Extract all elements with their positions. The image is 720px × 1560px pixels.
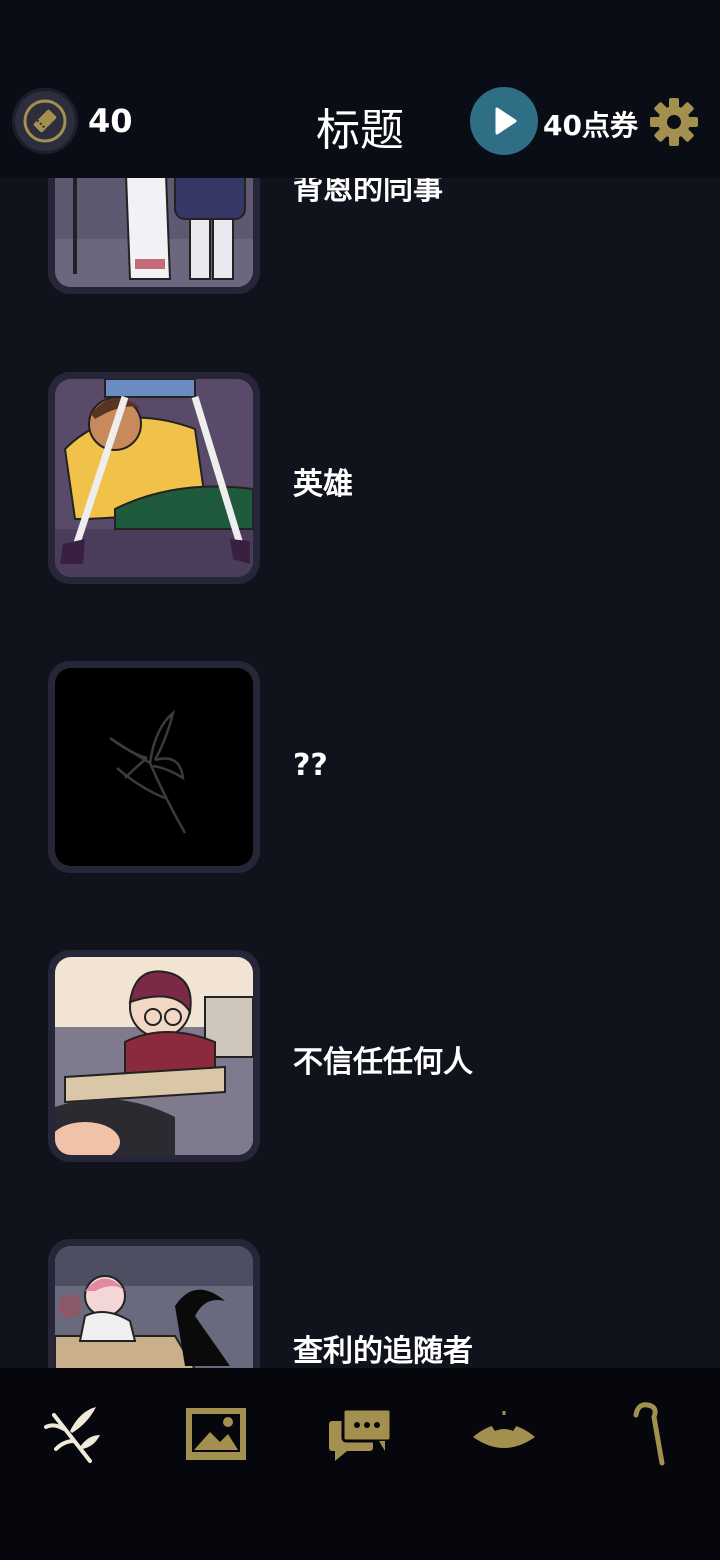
list-item[interactable]: 不信任任何人 — [0, 950, 720, 1164]
story-title: 不信任任何人 — [293, 1045, 473, 1080]
comic-thumbnail-image — [55, 957, 253, 1155]
story-list[interactable]: 背恩的同事 英雄 ?? 不信任任何人 查利的追随者 — [0, 178, 720, 1368]
chat-icon — [329, 1407, 393, 1461]
coupon-balance: 40点券 — [543, 109, 638, 142]
gear-icon — [650, 98, 698, 146]
settings-button[interactable] — [648, 96, 700, 148]
locked-flower-image — [55, 668, 253, 866]
story-title: 查利的追随者 — [293, 1334, 473, 1368]
story-thumbnail[interactable] — [48, 950, 260, 1162]
nav-hat-button[interactable] — [468, 1398, 540, 1470]
nav-chat-button[interactable] — [324, 1398, 396, 1470]
cane-icon — [633, 1402, 665, 1466]
play-button[interactable] — [470, 87, 538, 155]
nav-cane-button[interactable] — [612, 1398, 684, 1470]
list-item[interactable]: ?? — [0, 661, 720, 875]
list-item[interactable]: 查利的追随者 — [0, 1239, 720, 1368]
comic-thumbnail-image — [55, 379, 253, 577]
status-bar — [0, 0, 720, 66]
list-item[interactable]: 英雄 — [0, 372, 720, 586]
story-title: 英雄 — [293, 467, 353, 502]
comic-thumbnail-image — [55, 178, 253, 287]
story-title: ?? — [293, 748, 328, 783]
comic-thumbnail-image — [55, 1246, 253, 1368]
story-thumbnail[interactable] — [48, 178, 260, 294]
sprig-icon — [44, 1407, 100, 1463]
story-thumbnail[interactable] — [48, 661, 260, 873]
nav-gallery-button[interactable] — [180, 1398, 252, 1470]
hat-icon — [473, 1411, 535, 1448]
story-thumbnail[interactable] — [48, 372, 260, 584]
story-title: 背恩的同事 — [293, 178, 443, 207]
story-thumbnail[interactable] — [48, 1239, 260, 1368]
top-bar: 40 标题 40点券 — [0, 66, 720, 178]
image-icon — [186, 1408, 246, 1460]
nav-sprig-button[interactable] — [36, 1398, 108, 1470]
bottom-navigation — [0, 1368, 720, 1560]
play-icon — [495, 107, 517, 135]
list-item[interactable]: 背恩的同事 — [0, 178, 720, 296]
